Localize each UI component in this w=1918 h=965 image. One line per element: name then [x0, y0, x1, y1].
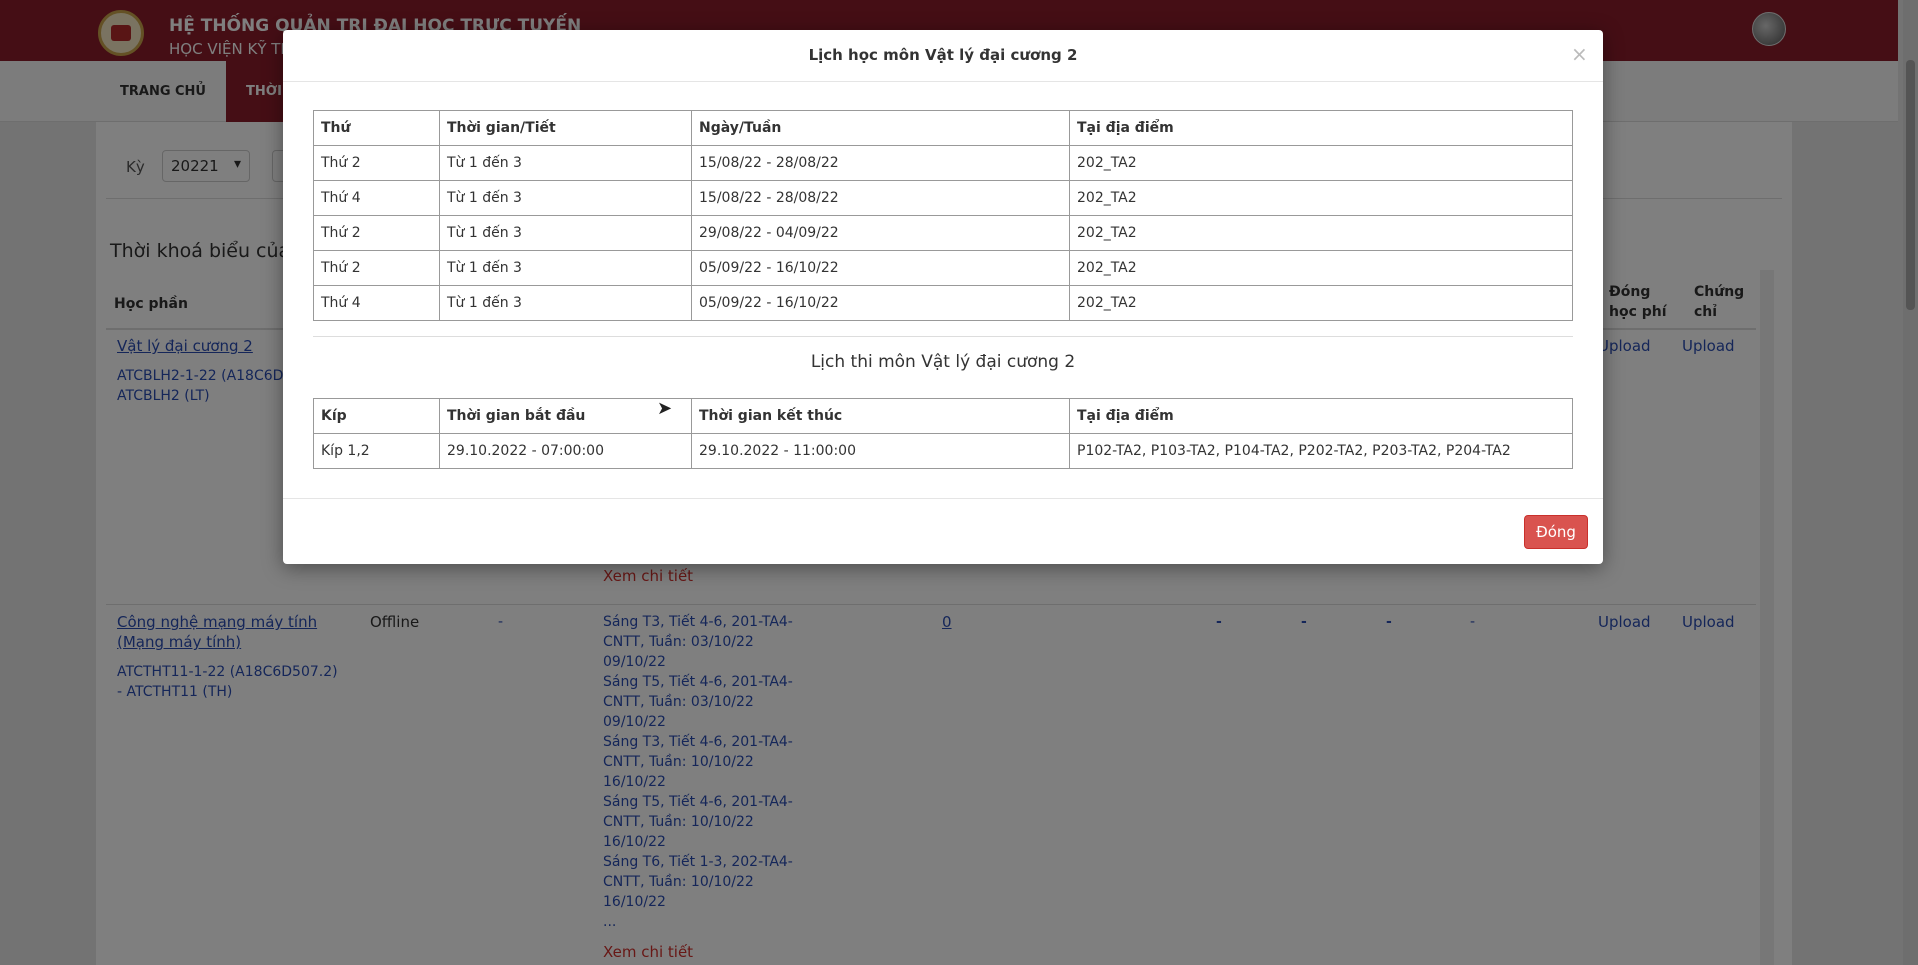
col-shift: Kíp [313, 398, 440, 434]
table-header-row: Thứ Thời gian/Tiết Ngày/Tuần Tại địa điể… [313, 110, 1573, 146]
cell-location: P102-TA2, P103-TA2, P104-TA2, P202-TA2, … [1069, 433, 1573, 469]
cell-period: Từ 1 đến 3 [439, 250, 692, 286]
cell-day: Thứ 2 [313, 250, 440, 286]
cell-week: 05/09/22 - 16/10/22 [691, 250, 1070, 286]
cell-week: 05/09/22 - 16/10/22 [691, 285, 1070, 321]
modal-title: Lịch học môn Vật lý đại cương 2 [808, 46, 1078, 64]
cell-shift: Kíp 1,2 [313, 433, 440, 469]
cell-day: Thứ 2 [313, 145, 440, 181]
cell-week: 29/08/22 - 04/09/22 [691, 215, 1070, 251]
table-row: Thứ 4 Từ 1 đến 3 05/09/22 - 16/10/22 202… [313, 285, 1573, 321]
modal-footer-divider [283, 498, 1603, 499]
col-day: Thứ [313, 110, 440, 146]
cell-location: 202_TA2 [1069, 285, 1573, 321]
table-row: Thứ 2 Từ 1 đến 3 05/09/22 - 16/10/22 202… [313, 250, 1573, 286]
col-location: Tại địa điểm [1069, 110, 1573, 146]
cell-location: 202_TA2 [1069, 250, 1573, 286]
cell-day: Thứ 2 [313, 215, 440, 251]
cell-period: Từ 1 đến 3 [439, 285, 692, 321]
close-button[interactable]: Đóng [1524, 515, 1588, 549]
exam-title: Lịch thi môn Vật lý đại cương 2 [810, 352, 1076, 372]
table-row: Thứ 2 Từ 1 đến 3 15/08/22 - 28/08/22 202… [313, 145, 1573, 181]
cell-week: 15/08/22 - 28/08/22 [691, 180, 1070, 216]
table-row: Thứ 4 Từ 1 đến 3 15/08/22 - 28/08/22 202… [313, 180, 1573, 216]
close-icon[interactable]: × [1571, 42, 1588, 66]
exam-schedule-table: Kíp Thời gian bắt đầu Thời gian kết thúc… [313, 398, 1573, 469]
cell-week: 15/08/22 - 28/08/22 [691, 145, 1070, 181]
cell-start: 29.10.2022 - 07:00:00 [439, 433, 692, 469]
col-start: Thời gian bắt đầu [439, 398, 692, 434]
cell-location: 202_TA2 [1069, 180, 1573, 216]
table-header-row: Kíp Thời gian bắt đầu Thời gian kết thúc… [313, 398, 1573, 434]
cell-day: Thứ 4 [313, 285, 440, 321]
cell-period: Từ 1 đến 3 [439, 180, 692, 216]
cell-location: 202_TA2 [1069, 215, 1573, 251]
table-row: Thứ 2 Từ 1 đến 3 29/08/22 - 04/09/22 202… [313, 215, 1573, 251]
cell-period: Từ 1 đến 3 [439, 145, 692, 181]
cell-end: 29.10.2022 - 11:00:00 [691, 433, 1070, 469]
col-location: Tại địa điểm [1069, 398, 1573, 434]
table-row: Kíp 1,2 29.10.2022 - 07:00:00 29.10.2022… [313, 433, 1573, 469]
divider [313, 336, 1573, 337]
col-week: Ngày/Tuần [691, 110, 1070, 146]
schedule-modal: Lịch học môn Vật lý đại cương 2 × Thứ Th… [283, 30, 1603, 564]
cell-day: Thứ 4 [313, 180, 440, 216]
mouse-cursor-icon: ➤ [657, 398, 673, 419]
class-schedule-table: Thứ Thời gian/Tiết Ngày/Tuần Tại địa điể… [313, 110, 1573, 321]
col-end: Thời gian kết thúc [691, 398, 1070, 434]
cell-location: 202_TA2 [1069, 145, 1573, 181]
col-period: Thời gian/Tiết [439, 110, 692, 146]
cell-period: Từ 1 đến 3 [439, 215, 692, 251]
modal-header: Lịch học môn Vật lý đại cương 2 × [283, 30, 1603, 82]
